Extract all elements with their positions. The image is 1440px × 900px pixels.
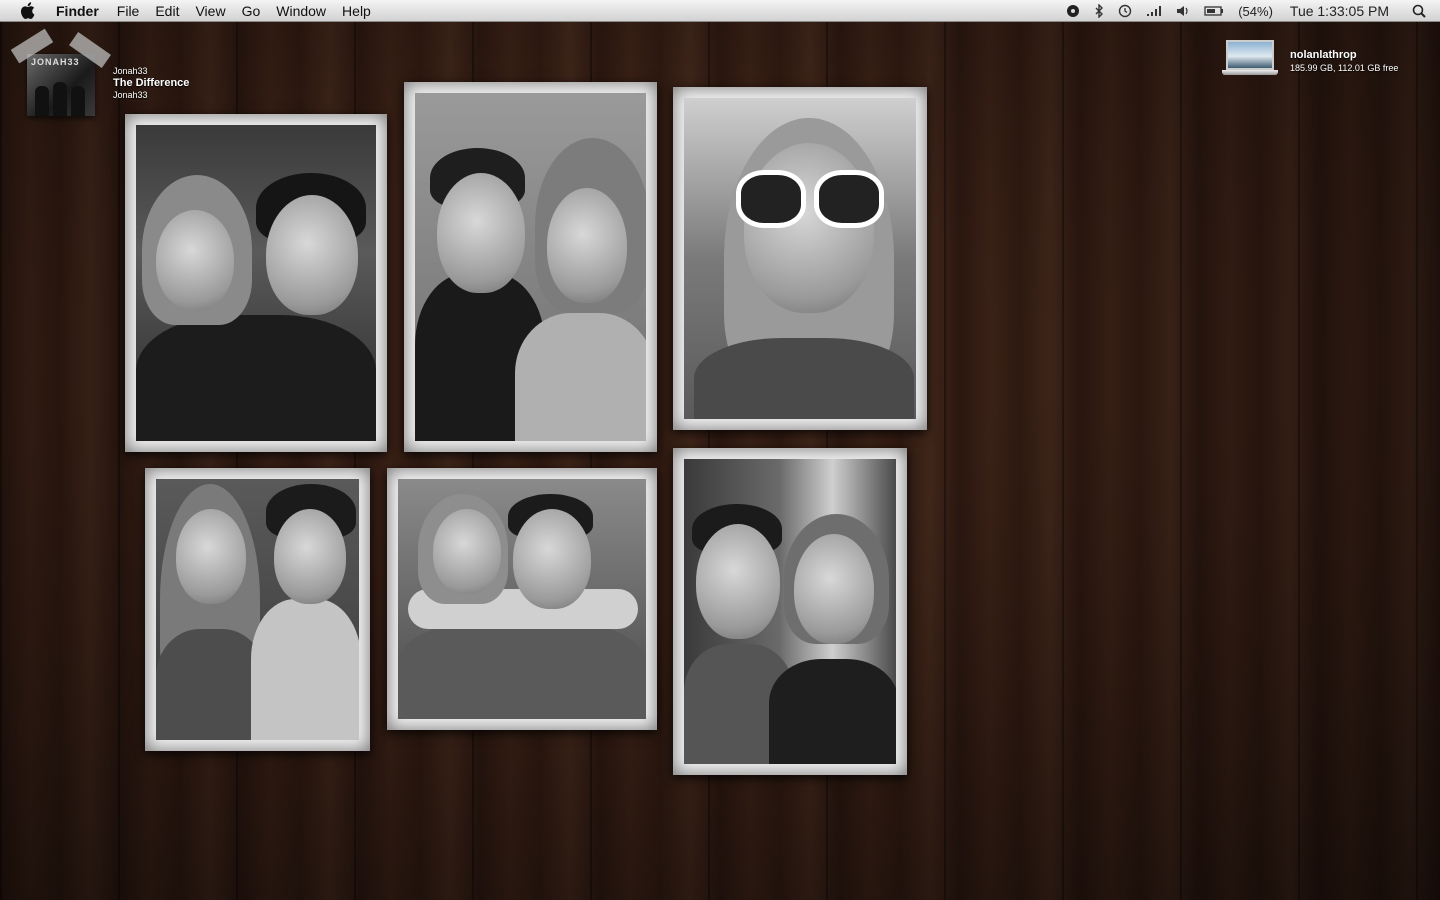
bluetooth-icon[interactable]	[1094, 4, 1104, 18]
spotlight-icon[interactable]	[1412, 4, 1426, 18]
photo-1-image	[136, 125, 376, 441]
track-info: Jonah33 The Difference Jonah33	[113, 65, 189, 101]
laptop-drive-icon[interactable]	[1222, 38, 1278, 78]
drive-info: 185.99 GB, 112.01 GB free	[1290, 63, 1399, 73]
photo-frame-4[interactable]	[145, 468, 370, 751]
time-machine-icon[interactable]	[1118, 4, 1132, 18]
menu-edit[interactable]: Edit	[147, 0, 187, 22]
menu-bar: Finder File Edit View Go Window Help (54…	[0, 0, 1440, 22]
photo-2-image	[415, 93, 646, 441]
photo-3-image	[684, 98, 916, 419]
drive-name: nolanlathrop	[1290, 49, 1357, 61]
track-title: The Difference	[113, 77, 190, 89]
wifi-signal-icon[interactable]	[1146, 5, 1162, 17]
photo-5-image	[398, 479, 646, 719]
photo-6-image	[684, 459, 896, 764]
cover-figure	[35, 86, 49, 116]
volume-icon[interactable]	[1176, 5, 1190, 17]
cover-figure	[53, 82, 67, 116]
track-artist: Jonah33	[113, 66, 148, 76]
desktop-drive[interactable]: nolanlathrop 185.99 GB, 112.01 GB free	[1222, 38, 1398, 78]
menu-finder[interactable]: Finder	[50, 0, 109, 22]
menu-file[interactable]: File	[109, 0, 148, 22]
battery-icon[interactable]	[1204, 5, 1224, 17]
menubar-clock[interactable]: Tue 1:33:05 PM	[1290, 3, 1389, 19]
photo-frame-3[interactable]	[673, 87, 927, 430]
photo-4-image	[156, 479, 359, 740]
album-cover-text: JONAH33	[31, 57, 80, 67]
battery-percent[interactable]: (54%)	[1238, 4, 1273, 19]
menu-view[interactable]: View	[187, 0, 233, 22]
photo-frame-1[interactable]	[125, 114, 387, 452]
menu-go[interactable]: Go	[234, 0, 269, 22]
track-album: Jonah33	[113, 90, 148, 100]
photo-frame-6[interactable]	[673, 448, 907, 775]
photo-frame-2[interactable]	[404, 82, 657, 452]
photo-frame-5[interactable]	[387, 468, 657, 730]
cover-figure	[71, 86, 85, 116]
drive-label: nolanlathrop 185.99 GB, 112.01 GB free	[1290, 38, 1398, 78]
apple-icon[interactable]	[18, 2, 36, 20]
record-icon[interactable]	[1066, 4, 1080, 18]
album-cover[interactable]: JONAH33	[27, 54, 95, 116]
menu-window[interactable]: Window	[268, 0, 334, 22]
status-area: (54%) Tue 1:33:05 PM	[1059, 0, 1440, 22]
menu-help[interactable]: Help	[334, 0, 379, 22]
